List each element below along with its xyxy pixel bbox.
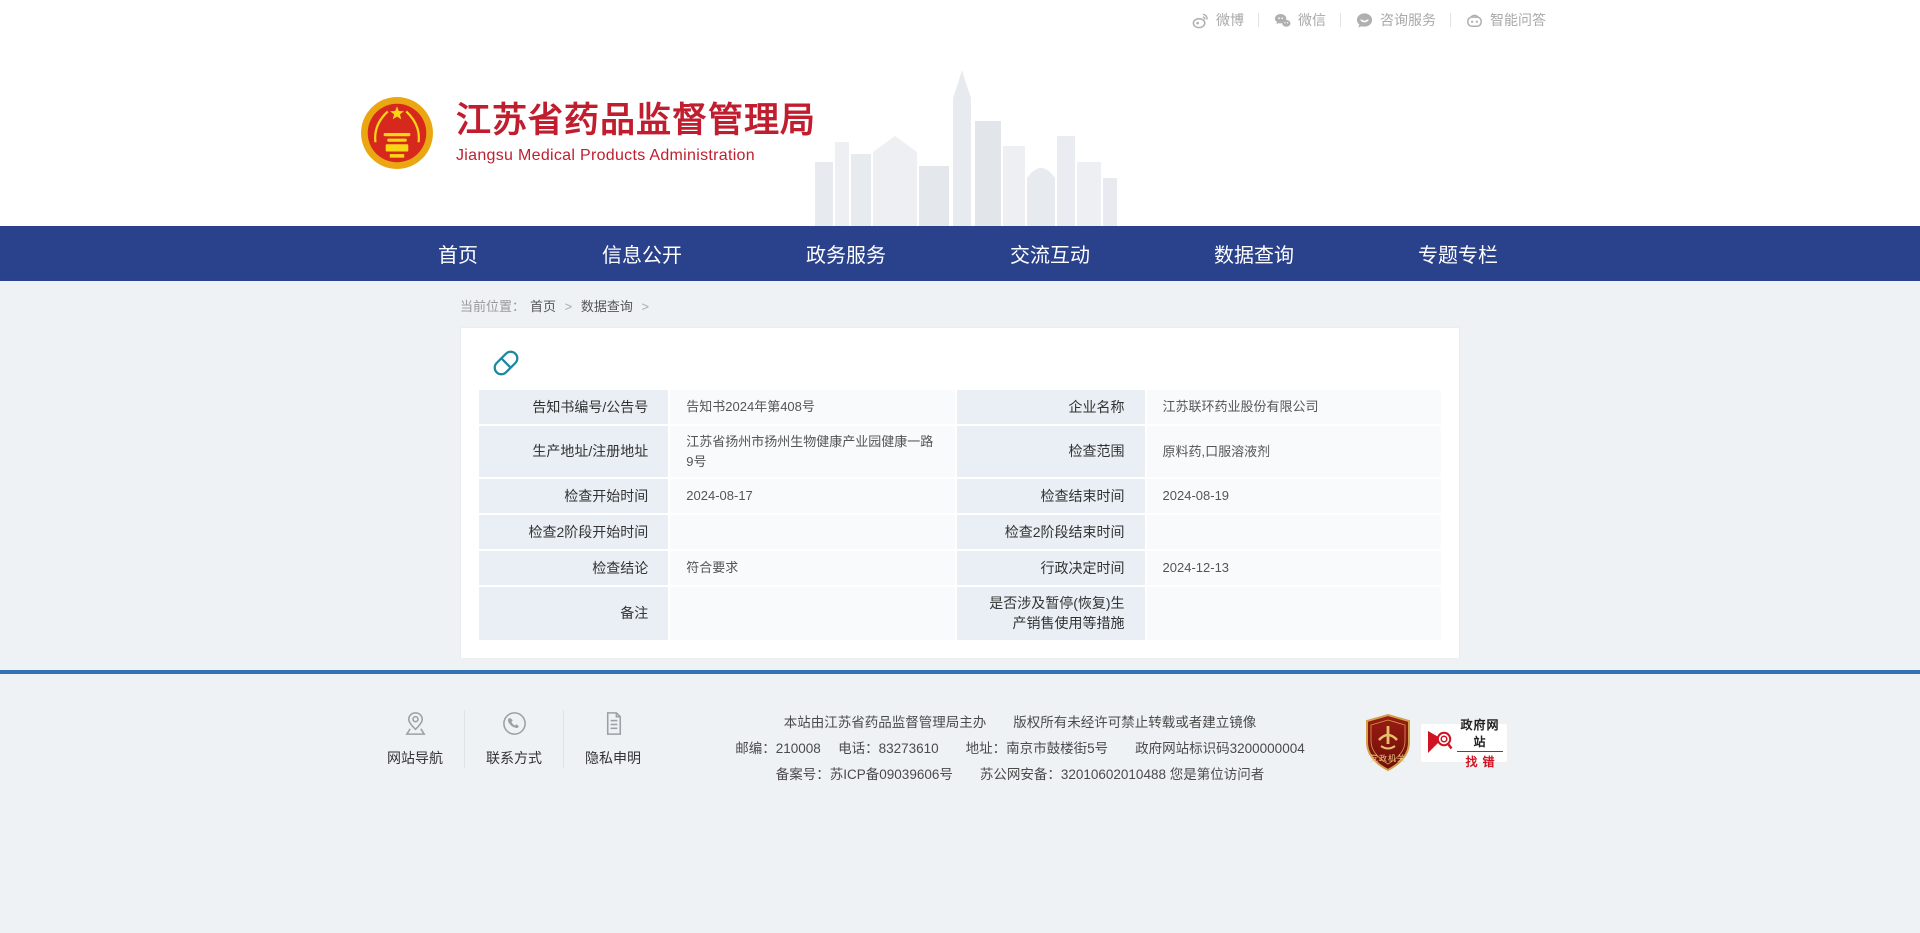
footer-line1: 本站由江苏省药品监督管理局主办 版权所有未经许可禁止转载或者建立镜像 (640, 710, 1400, 736)
field-value: 符合要求 (670, 551, 955, 585)
field-label: 告知书编号/公告号 (479, 390, 668, 424)
field-value (1147, 587, 1441, 640)
field-label: 检查2阶段结束时间 (957, 515, 1144, 549)
national-emblem-logo (360, 96, 434, 170)
site-error-report-badge[interactable]: 政府网站 找错 (1420, 723, 1508, 763)
table-row: 检查开始时间 2024-08-17 检查结束时间 2024-08-19 (479, 479, 1441, 513)
field-label: 是否涉及暂停(恢复)生产销售使用等措施 (957, 587, 1144, 640)
contact-link[interactable]: 联系方式 (465, 710, 564, 768)
footer-quick-links: 网站导航 联系方式 隐私申明 (366, 710, 662, 768)
field-label: 生产地址/注册地址 (479, 426, 668, 477)
site-footer: 网站导航 联系方式 隐私申明 本站由江苏省药品监督管理局主办 版权所有未经许可禁… (0, 670, 1920, 933)
table-row: 告知书编号/公告号 告知书2024年第408号 企业名称 江苏联环药业股份有限公… (479, 390, 1441, 424)
table-row: 备注 是否涉及暂停(恢复)生产销售使用等措施 (479, 587, 1441, 640)
field-label: 检查结束时间 (957, 479, 1144, 513)
nav-item-gov-services[interactable]: 政务服务 (806, 239, 886, 268)
field-value: 2024-08-19 (1147, 479, 1441, 513)
magnifier-flag-icon (1425, 728, 1455, 758)
nav-item-home[interactable]: 首页 (438, 239, 478, 268)
quick-link-label: 隐私申明 (585, 748, 641, 768)
party-gov-badge-label: 党政机关 (1370, 753, 1406, 763)
field-label: 检查开始时间 (479, 479, 668, 513)
weibo-link[interactable]: 微博 (1177, 10, 1258, 30)
footer-badges: 党政机关 政府网站 找错 (1364, 714, 1508, 772)
main-nav: 首页 信息公开 政务服务 交流互动 数据查询 专题专栏 (0, 226, 1920, 281)
phone-icon (501, 710, 528, 737)
field-label: 行政决定时间 (957, 551, 1144, 585)
site-brand[interactable]: 江苏省药品监督管理局 Jiangsu Medical Products Admi… (360, 96, 816, 170)
party-gov-badge[interactable]: 党政机关 (1364, 714, 1412, 772)
consult-service-label: 咨询服务 (1380, 10, 1436, 30)
document-icon (600, 710, 627, 737)
main-content: 当前位置： 首页 > 数据查询 > 告知书编号/公告号 (0, 281, 1920, 659)
nav-item-data-query[interactable]: 数据查询 (1214, 239, 1294, 268)
chat-bubble-icon (1355, 11, 1374, 30)
top-utility-bar: 微博 微信 咨询服务 智能问答 (0, 0, 1920, 40)
inspection-record-card: 告知书编号/公告号 告知书2024年第408号 企业名称 江苏联环药业股份有限公… (460, 327, 1460, 659)
field-value (670, 587, 955, 640)
weibo-icon (1191, 11, 1210, 30)
weibo-label: 微博 (1216, 10, 1244, 30)
footer-line2: 邮编：210008 电话：83273610 地址：南京市鼓楼街5号 政府网站标识… (640, 736, 1400, 762)
nav-item-info-disclosure[interactable]: 信息公开 (602, 239, 682, 268)
site-header: 江苏省药品监督管理局 Jiangsu Medical Products Admi… (0, 40, 1920, 226)
city-skyline-graphic (815, 66, 1125, 226)
wechat-label: 微信 (1298, 10, 1326, 30)
breadcrumb-separator: > (642, 299, 650, 314)
wechat-link[interactable]: 微信 (1259, 10, 1340, 30)
table-row: 检查结论 符合要求 行政决定时间 2024-12-13 (479, 551, 1441, 585)
field-value: 江苏联环药业股份有限公司 (1147, 390, 1441, 424)
field-value: 2024-12-13 (1147, 551, 1441, 585)
field-label: 企业名称 (957, 390, 1144, 424)
robot-icon (1465, 11, 1484, 30)
nav-item-interaction[interactable]: 交流互动 (1010, 239, 1090, 268)
error-report-badge-subtitle: 找错 (1457, 751, 1503, 770)
field-value (670, 515, 955, 549)
location-pin-icon (402, 710, 429, 737)
wechat-icon (1273, 11, 1292, 30)
smart-qa-label: 智能问答 (1490, 10, 1546, 30)
footer-info: 本站由江苏省药品监督管理局主办 版权所有未经许可禁止转载或者建立镜像 邮编：21… (640, 710, 1400, 788)
quick-link-label: 网站导航 (387, 748, 443, 768)
pill-icon (489, 346, 1443, 380)
field-label: 备注 (479, 587, 668, 640)
record-table: 告知书编号/公告号 告知书2024年第408号 企业名称 江苏联环药业股份有限公… (477, 388, 1443, 642)
field-value: 江苏省扬州市扬州生物健康产业园健康一路9号 (670, 426, 955, 477)
quick-link-label: 联系方式 (486, 748, 542, 768)
field-label: 检查结论 (479, 551, 668, 585)
table-row: 生产地址/注册地址 江苏省扬州市扬州生物健康产业园健康一路9号 检查范围 原料药… (479, 426, 1441, 477)
breadcrumb-home-link[interactable]: 首页 (530, 299, 556, 314)
site-subtitle: Jiangsu Medical Products Administration (456, 147, 816, 165)
breadcrumb-section-link[interactable]: 数据查询 (581, 299, 633, 314)
footer-line3: 备案号：苏ICP备09039606号 苏公网安备：32010602010488 … (640, 762, 1400, 788)
page: 微博 微信 咨询服务 智能问答 (0, 0, 1920, 933)
breadcrumb: 当前位置： 首页 > 数据查询 > (460, 281, 1460, 327)
site-map-link[interactable]: 网站导航 (366, 710, 465, 768)
field-label: 检查范围 (957, 426, 1144, 477)
field-label: 检查2阶段开始时间 (479, 515, 668, 549)
field-value: 告知书2024年第408号 (670, 390, 955, 424)
breadcrumb-separator: > (565, 299, 573, 314)
smart-qa-link[interactable]: 智能问答 (1451, 10, 1560, 30)
consult-service-link[interactable]: 咨询服务 (1341, 10, 1450, 30)
nav-item-special-topics[interactable]: 专题专栏 (1418, 239, 1498, 268)
field-value: 原料药,口服溶液剂 (1147, 426, 1441, 477)
site-title: 江苏省药品监督管理局 (456, 101, 816, 141)
field-value: 2024-08-17 (670, 479, 955, 513)
breadcrumb-prefix: 当前位置： (460, 299, 525, 314)
error-report-badge-title: 政府网站 (1457, 716, 1503, 750)
field-value (1147, 515, 1441, 549)
table-row: 检查2阶段开始时间 检查2阶段结束时间 (479, 515, 1441, 549)
